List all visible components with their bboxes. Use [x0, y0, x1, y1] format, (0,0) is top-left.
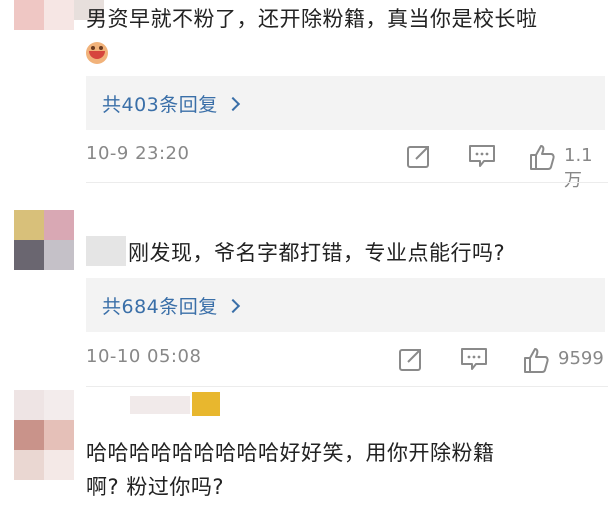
username-redaction — [86, 236, 126, 266]
username-redaction — [192, 392, 220, 416]
divider — [86, 182, 608, 183]
emoji-container — [86, 42, 108, 64]
reply-count-label: 共403条回复 — [102, 93, 218, 116]
comment-text: 哈哈哈哈哈哈哈哈哈好好笑，用你开除粉籍 啊? 粉过你吗? — [86, 436, 580, 504]
comment-body: 刚发现，爷名字都打错，专业点能行吗? — [128, 241, 506, 265]
comment-body-line1: 哈哈哈哈哈哈哈哈哈好好笑，用你开除粉籍 — [86, 441, 495, 465]
like-count: 9599 — [558, 348, 604, 369]
avatar[interactable] — [14, 390, 74, 480]
reply-box: 共403条回复 — [86, 76, 605, 130]
thumbs-up-icon[interactable] — [528, 143, 556, 171]
share-icon[interactable] — [406, 143, 432, 171]
reply-count-label: 共684条回复 — [102, 295, 218, 318]
comment-text: 男资早就不粉了，还开除粉籍，真当你是校长啦 — [86, 2, 580, 36]
avatar[interactable] — [14, 210, 74, 270]
comment-body-line2: 啊? 粉过你吗? — [86, 475, 224, 499]
grinning-face-icon — [86, 42, 108, 64]
thumbs-up-icon[interactable] — [522, 346, 550, 374]
weibo-comment-list: 男资早就不粉了，还开除粉籍，真当你是校长啦 共403条回复 10-9 23:20 — [0, 0, 608, 510]
username-redaction — [130, 396, 190, 414]
avatar[interactable] — [14, 0, 74, 30]
comment-body: 男资早就不粉了，还开除粉籍，真当你是校长啦 — [86, 7, 538, 31]
comment-icon[interactable] — [460, 346, 488, 374]
comment-icon[interactable] — [468, 143, 496, 171]
chevron-right-icon — [225, 96, 240, 111]
reply-box: 共684条回复 — [86, 278, 605, 332]
like-count: 1.1万 — [564, 145, 593, 191]
comment-timestamp: 10-10 05:08 — [86, 346, 202, 367]
comment-meta: 10-9 23:20 1.1万 — [86, 143, 608, 191]
share-icon[interactable] — [398, 346, 424, 374]
comment-timestamp: 10-9 23:20 — [86, 143, 190, 164]
chevron-right-icon — [225, 298, 240, 313]
view-replies-link[interactable]: 共403条回复 — [102, 90, 240, 117]
divider — [86, 386, 608, 387]
view-replies-link[interactable]: 共684条回复 — [102, 292, 240, 319]
comment-meta: 10-10 05:08 9599 — [86, 346, 608, 376]
comment-text: 刚发现，爷名字都打错，专业点能行吗? — [128, 236, 580, 270]
